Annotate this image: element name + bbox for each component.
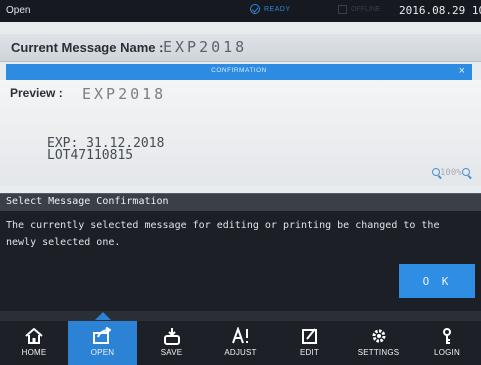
nav-label-adjust: ADJUST	[224, 348, 257, 357]
bottom-nav: HOME OPEN SAVE ADJUST EDIT SETTINGS LOGI…	[0, 320, 481, 365]
edit-icon	[301, 328, 317, 344]
message-name-bar: Current Message Name : EXP2018	[0, 34, 481, 62]
zoom-level: 100%	[440, 168, 462, 178]
home-icon	[25, 328, 43, 344]
datetime: 2016.08.29 10:5	[399, 4, 481, 17]
zoom-out-icon[interactable]	[432, 168, 440, 176]
open-icon	[92, 327, 111, 344]
screen: Open READY OFFLINE 2016.08.29 10:5 Curre…	[0, 0, 481, 365]
mode-label: Open	[6, 5, 31, 16]
ready-label: READY	[264, 5, 291, 13]
nav-label-edit: EDIT	[299, 348, 320, 357]
nav-login[interactable]: LOGIN	[413, 321, 481, 365]
preview-panel: Preview : EXP2018 EXP: 31.12.2018 LOT471…	[0, 80, 481, 186]
offline-label: OFFLINE	[351, 6, 381, 13]
message-name-value: EXP2018	[163, 38, 248, 56]
nav-label-save: SAVE	[160, 348, 183, 357]
preview-name: EXP2018	[82, 85, 167, 103]
nav-label-settings: SETTINGS	[357, 348, 400, 357]
confirmation-title: CONFIRMATION	[211, 67, 267, 74]
nav-strip	[0, 311, 481, 320]
confirmation-header: CONFIRMATION ×	[6, 64, 472, 80]
nav-label-login: LOGIN	[434, 348, 460, 357]
status-bar: Open READY OFFLINE 2016.08.29 10:5	[0, 0, 481, 22]
close-icon[interactable]: ×	[459, 65, 465, 77]
nav-open[interactable]: OPEN	[68, 321, 137, 365]
preview-label: Preview :	[10, 86, 63, 100]
adjust-icon	[231, 327, 248, 344]
login-icon	[443, 328, 451, 344]
dialog-title: Select Message Confirmation	[6, 196, 169, 207]
nav-label-open: OPEN	[90, 348, 115, 357]
ready-status: READY	[250, 4, 291, 14]
offline-icon	[338, 5, 347, 14]
nav-edit[interactable]: EDIT	[275, 321, 344, 365]
ok-button[interactable]: O K	[399, 264, 475, 298]
preview-line-lot: LOT47110815	[47, 148, 134, 163]
nav-adjust[interactable]: ADJUST	[206, 321, 275, 365]
zoom-in-icon[interactable]	[462, 168, 470, 176]
offline-status: OFFLINE	[338, 5, 381, 14]
nav-label-home: HOME	[21, 348, 47, 357]
settings-icon	[372, 329, 385, 343]
nav-settings[interactable]: SETTINGS	[344, 321, 413, 365]
dialog-message: The currently selected message for editi…	[6, 220, 440, 248]
nav-save[interactable]: SAVE	[137, 321, 206, 365]
dialog-title-bar: Select Message Confirmation	[0, 193, 481, 211]
message-name-label: Current Message Name :	[11, 40, 164, 55]
nav-home[interactable]: HOME	[0, 321, 68, 365]
save-icon	[163, 328, 180, 345]
check-circle-icon	[250, 4, 260, 14]
